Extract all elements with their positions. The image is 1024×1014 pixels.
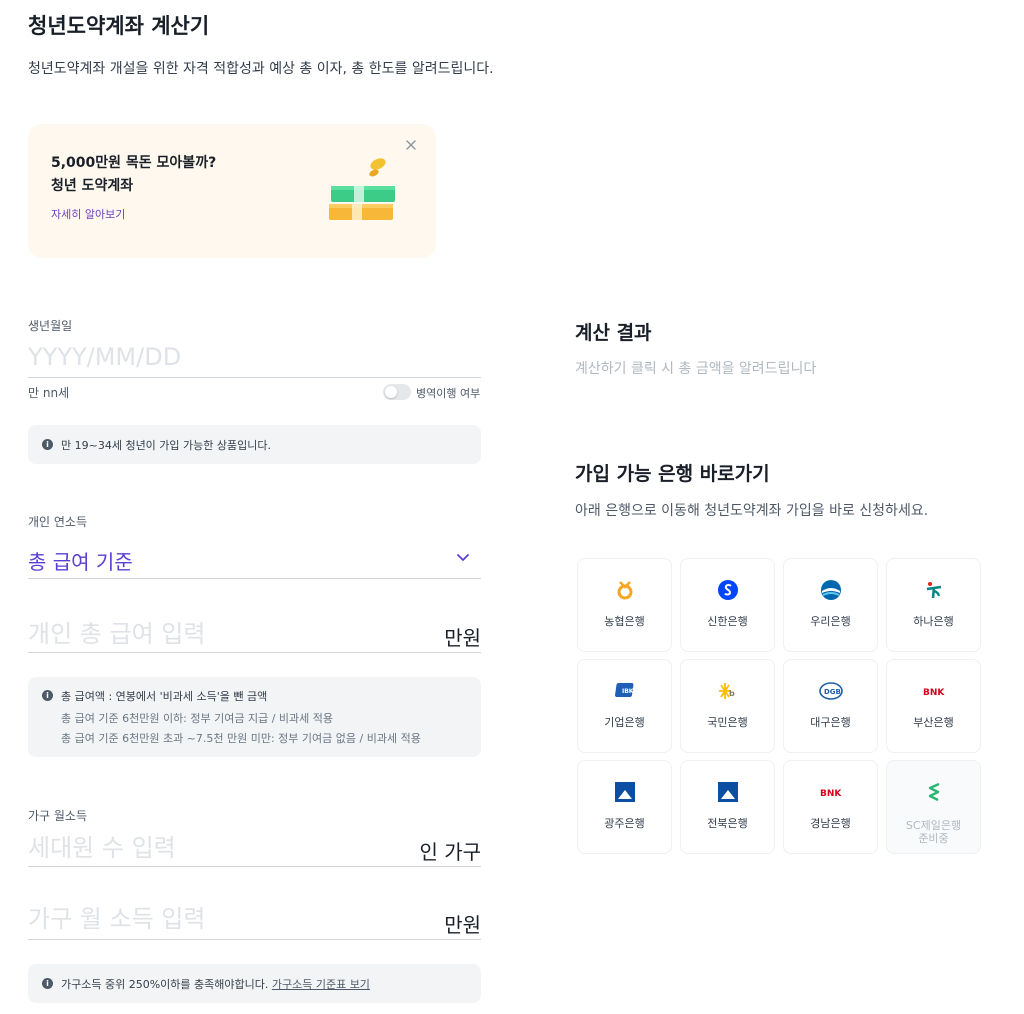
bank-name: 농협은행 bbox=[604, 615, 645, 628]
toggle-knob bbox=[385, 386, 397, 398]
household-info-text: 가구소득 중위 250%이하를 충족해야합니다. 가구소득 기준표 보기 bbox=[61, 978, 370, 991]
bank-name: 경남은행 bbox=[810, 817, 851, 830]
birthdate-placeholder: YYYY/MM/DD bbox=[28, 343, 182, 371]
svg-text:b: b bbox=[729, 689, 735, 698]
bank-card[interactable]: 전북은행 bbox=[680, 760, 775, 854]
kjb-logo-icon bbox=[578, 781, 671, 803]
info-icon: i bbox=[42, 439, 53, 450]
income-info-title: 총 급여액 : 연봉에서 '비과세 소득'을 뺀 금액 bbox=[61, 690, 268, 703]
income-label: 개인 연소득 bbox=[28, 515, 88, 529]
household-members-unit: 인 가구 bbox=[419, 840, 481, 864]
household-members-input[interactable]: 세대원 수 입력 인 가구 bbox=[28, 826, 481, 867]
promo-banner[interactable]: 5,000만원 목돈 모아볼까? 청년 도약계좌 자세히 알아보기 bbox=[28, 124, 436, 258]
income-input[interactable]: 개인 총 급여 입력 만원 bbox=[28, 612, 481, 653]
bank-name: 대구은행 bbox=[810, 716, 851, 729]
bank-name: 전북은행 bbox=[707, 817, 748, 830]
household-table-link[interactable]: 가구소득 기준표 보기 bbox=[272, 978, 370, 991]
svg-text:BNK: BNK bbox=[923, 688, 945, 698]
bank-name: 기업은행 bbox=[604, 716, 645, 729]
bank-status: 준비중 bbox=[918, 832, 949, 845]
bnk-logo-icon: BNK bbox=[887, 680, 980, 702]
money-stack-icon bbox=[329, 158, 395, 220]
svg-text:BNK: BNK bbox=[820, 789, 842, 799]
sc-logo-icon bbox=[887, 781, 980, 803]
bank-card[interactable]: 신한은행 bbox=[680, 558, 775, 652]
dgb-logo-icon: DGB bbox=[784, 680, 877, 702]
bank-card[interactable]: DGB 대구은행 bbox=[783, 659, 878, 753]
age-info-box: i 만 19~34세 청년이 가입 가능한 상품입니다. bbox=[28, 425, 481, 464]
birth-label: 생년월일 bbox=[28, 319, 73, 333]
age-info-text: 만 19~34세 청년이 가입 가능한 상품입니다. bbox=[61, 439, 271, 452]
info-icon: i bbox=[42, 978, 53, 989]
bank-card[interactable]: 농협은행 bbox=[577, 558, 672, 652]
bank-card[interactable]: 하나은행 bbox=[886, 558, 981, 652]
bank-card[interactable]: 광주은행 bbox=[577, 760, 672, 854]
income-placeholder: 개인 총 급여 입력 bbox=[28, 620, 206, 648]
svg-text:DGB: DGB bbox=[824, 688, 841, 696]
income-unit: 만원 bbox=[444, 626, 481, 650]
nh-logo-icon bbox=[578, 579, 671, 601]
woori-logo-icon bbox=[784, 579, 877, 601]
bank-card[interactable]: BNK 경남은행 bbox=[783, 760, 878, 854]
bank-name: SC제일은행 bbox=[905, 819, 962, 832]
military-toggle[interactable] bbox=[383, 384, 411, 400]
banks-title: 가입 가능 은행 바로가기 bbox=[575, 463, 770, 485]
page-title: 청년도약계좌 계산기 bbox=[28, 14, 210, 38]
bank-name: 부산은행 bbox=[913, 716, 954, 729]
bank-card[interactable]: IBK 기업은행 bbox=[577, 659, 672, 753]
bank-name: 하나은행 bbox=[913, 615, 954, 628]
close-icon[interactable] bbox=[404, 138, 418, 152]
household-info-box: i 가구소득 중위 250%이하를 충족해야합니다. 가구소득 기준표 보기 bbox=[28, 964, 481, 1003]
result-title: 계산 결과 bbox=[575, 322, 652, 344]
result-desc: 계산하기 클릭 시 총 금액을 알려드립니다 bbox=[575, 361, 817, 377]
bank-name: 광주은행 bbox=[604, 817, 645, 830]
shinhan-logo-icon bbox=[681, 579, 774, 601]
jb-logo-icon bbox=[681, 781, 774, 803]
bank-name: 국민은행 bbox=[707, 716, 748, 729]
household-income-unit: 만원 bbox=[444, 913, 481, 937]
bank-name: 우리은행 bbox=[810, 615, 851, 628]
household-income-placeholder: 가구 월 소득 입력 bbox=[28, 905, 206, 933]
hana-logo-icon bbox=[887, 579, 980, 601]
bank-card: SC제일은행 준비중 bbox=[886, 760, 981, 854]
bnk-logo-icon: BNK bbox=[784, 781, 877, 803]
age-text: 만 nn세 bbox=[28, 386, 70, 400]
svg-text:IBK: IBK bbox=[622, 688, 634, 695]
promo-title: 5,000만원 목돈 모아볼까? 청년 도약계좌 bbox=[51, 155, 217, 194]
info-icon: i bbox=[42, 690, 53, 701]
chevron-down-icon bbox=[457, 554, 469, 561]
bank-card[interactable]: BNK 부산은행 bbox=[886, 659, 981, 753]
birthdate-input[interactable]: YYYY/MM/DD bbox=[28, 340, 481, 378]
household-members-placeholder: 세대원 수 입력 bbox=[28, 834, 176, 862]
page-subtitle: 청년도약계좌 개설을 위한 자격 적합성과 예상 총 이자, 총 한도를 알려드… bbox=[28, 61, 494, 77]
income-info-line1: 총 급여 기준 6천만원 이하: 정부 기여금 지급 / 비과세 적용 bbox=[61, 712, 334, 725]
banks-desc: 아래 은행으로 이동해 청년도약계좌 가입을 바로 신청하세요. bbox=[575, 503, 929, 519]
household-income-input[interactable]: 가구 월 소득 입력 만원 bbox=[28, 897, 481, 940]
kb-logo-icon: b bbox=[681, 680, 774, 702]
bank-card[interactable]: b 국민은행 bbox=[680, 659, 775, 753]
bank-name: 신한은행 bbox=[707, 615, 748, 628]
income-info-line2: 총 급여 기준 6천만원 초과 ~7.5천 만원 미만: 정부 기여금 없음 /… bbox=[61, 732, 421, 745]
household-label: 가구 월소득 bbox=[28, 809, 88, 823]
bank-card[interactable]: 우리은행 bbox=[783, 558, 878, 652]
military-toggle-label: 병역이행 여부 bbox=[416, 387, 481, 400]
income-type-value: 총 급여 기준 bbox=[28, 550, 133, 574]
income-info-box: i 총 급여액 : 연봉에서 '비과세 소득'을 뺀 금액 총 급여 기준 6천… bbox=[28, 677, 481, 757]
promo-learn-more-link[interactable]: 자세히 알아보기 bbox=[51, 206, 125, 222]
ibk-logo-icon: IBK bbox=[578, 680, 671, 702]
